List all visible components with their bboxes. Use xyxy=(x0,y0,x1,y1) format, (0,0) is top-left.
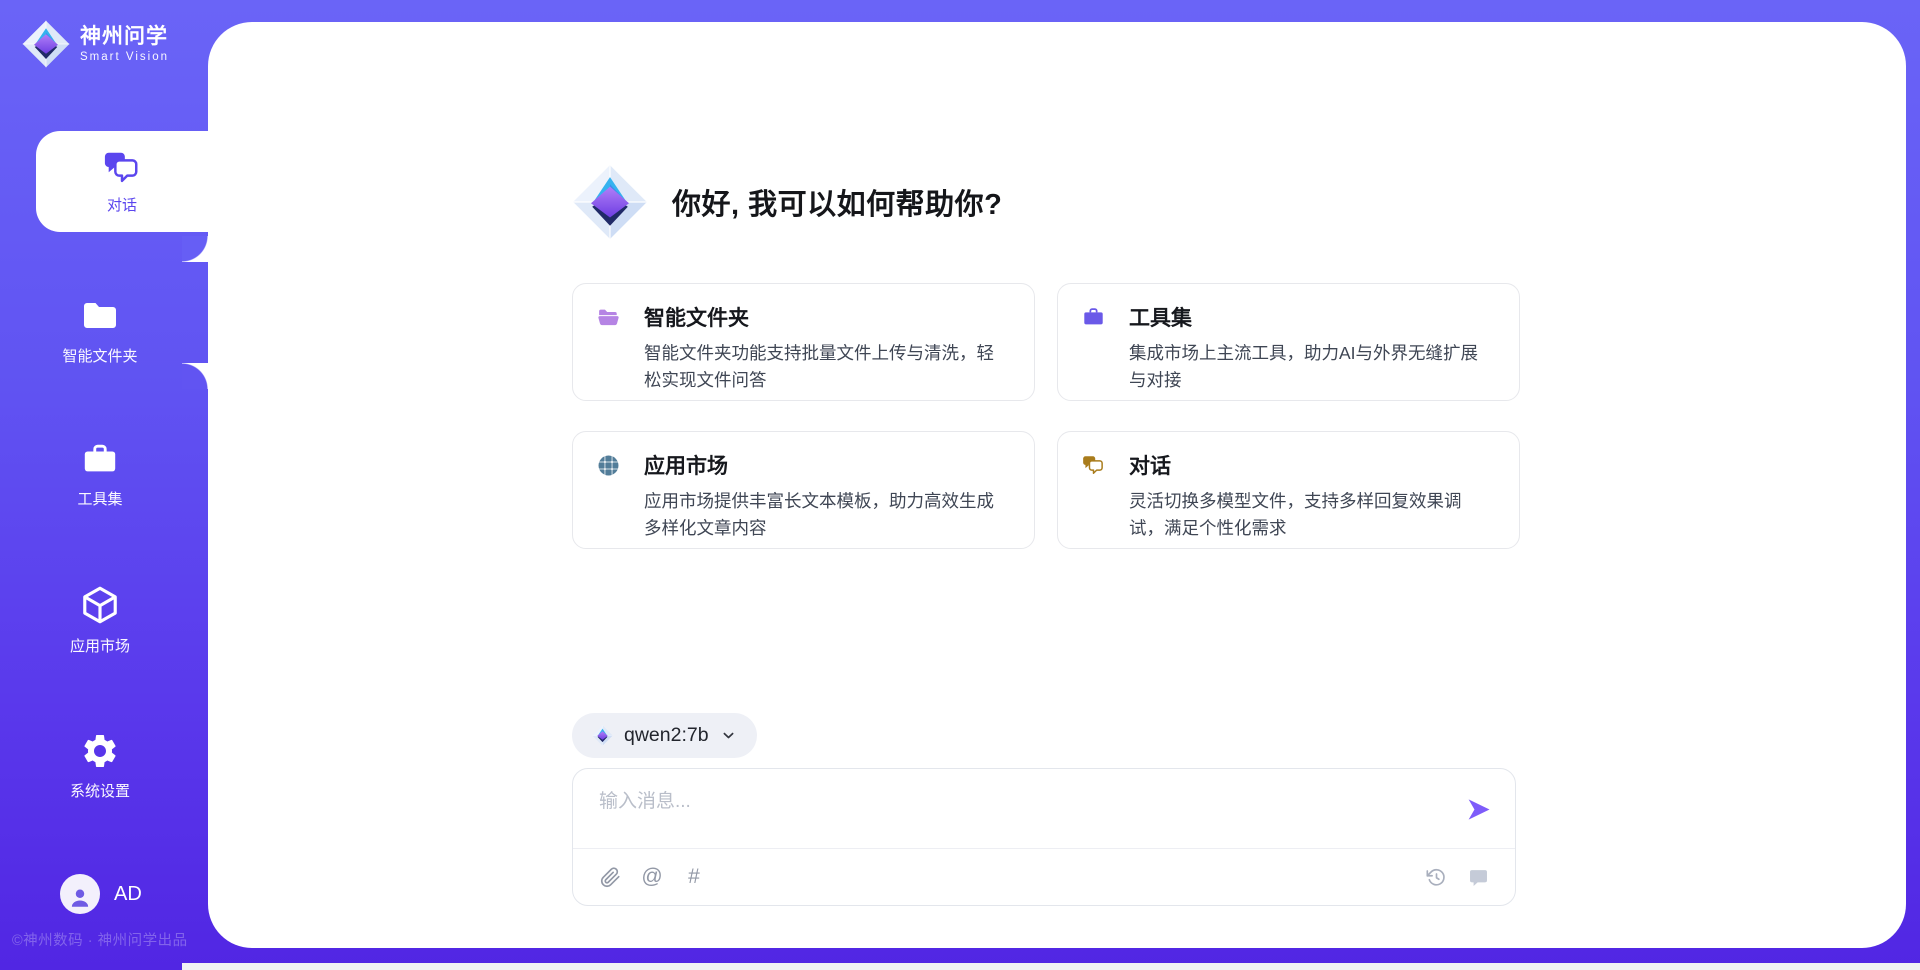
sidebar-item-app-market[interactable]: 应用市场 xyxy=(0,584,200,656)
history-icon xyxy=(1426,867,1447,888)
app-grid-icon xyxy=(597,454,620,477)
comment-icon xyxy=(1468,867,1489,888)
attachment-icon xyxy=(600,867,621,888)
card-header: 智能文件夹 xyxy=(597,302,1010,332)
brand: 神州问学 Smart Vision xyxy=(22,20,169,68)
hashtag-button[interactable]: # xyxy=(679,862,709,892)
composer-toolbar: @ # xyxy=(573,848,1515,905)
sidebar: 神州问学 Smart Vision 对话 智能文件夹 工具集 应用市场 系统设置 xyxy=(0,0,208,970)
content-column: 你好, 我可以如何帮助你? 智能文件夹 智能文件夹功能支持批量文件上传与清洗，轻… xyxy=(572,22,1516,906)
greeting-title: 你好, 我可以如何帮助你? xyxy=(672,181,1002,223)
tab-curve-bottom xyxy=(182,363,208,389)
main-panel: 你好, 我可以如何帮助你? 智能文件夹 智能文件夹功能支持批量文件上传与清洗，轻… xyxy=(208,22,1906,948)
card-description: 应用市场提供丰富长文本模板，助力高效生成多样化文章内容 xyxy=(644,488,1010,543)
tab-curve-top xyxy=(182,236,208,262)
card-title: 智能文件夹 xyxy=(644,302,749,332)
card-chat[interactable]: 对话 灵活切换多模型文件，支持多样回复效果调试，满足个性化需求 xyxy=(1057,431,1520,549)
card-header: 应用市场 xyxy=(597,450,1010,480)
user-menu[interactable]: AD xyxy=(60,874,142,914)
quick-phrase-button[interactable] xyxy=(1463,862,1493,892)
user-avatar-icon xyxy=(67,884,93,910)
sidebar-item-smart-folders[interactable]: 智能文件夹 xyxy=(0,296,200,366)
toolbox-icon xyxy=(1082,306,1105,329)
card-smart-folders[interactable]: 智能文件夹 智能文件夹功能支持批量文件上传与清洗，轻松实现文件问答 xyxy=(572,283,1035,401)
sidebar-item-label: 系统设置 xyxy=(70,780,130,801)
folder-open-icon xyxy=(597,306,620,329)
brand-name: 神州问学 xyxy=(80,25,169,49)
brand-tagline: Smart Vision xyxy=(80,51,169,63)
brand-diamond-icon xyxy=(592,725,613,746)
card-description: 灵活切换多模型文件，支持多样回复效果调试，满足个性化需求 xyxy=(1129,488,1495,543)
brand-text: 神州问学 Smart Vision xyxy=(80,25,169,63)
sidebar-item-label: 应用市场 xyxy=(70,635,130,656)
sidebar-item-label: 智能文件夹 xyxy=(62,345,137,366)
sidebar-item-chat[interactable]: 对话 xyxy=(36,131,208,232)
cube-icon xyxy=(79,584,121,626)
toolbar-right xyxy=(1421,862,1493,892)
card-header: 对话 xyxy=(1082,450,1495,480)
card-header: 工具集 xyxy=(1082,302,1495,332)
card-app-market[interactable]: 应用市场 应用市场提供丰富长文本模板，助力高效生成多样化文章内容 xyxy=(572,431,1035,549)
card-description: 集成市场上主流工具，助力AI与外界无缝扩展与对接 xyxy=(1129,340,1495,395)
mention-button[interactable]: @ xyxy=(637,862,667,892)
toolbox-icon xyxy=(81,441,119,479)
card-title: 应用市场 xyxy=(644,450,728,480)
greeting: 你好, 我可以如何帮助你? xyxy=(572,164,1516,240)
model-selector[interactable]: qwen2:7b xyxy=(572,713,757,758)
feature-cards: 智能文件夹 智能文件夹功能支持批量文件上传与清洗，轻松实现文件问答 工具集 集成… xyxy=(572,283,1516,549)
card-description: 智能文件夹功能支持批量文件上传与清洗，轻松实现文件问答 xyxy=(644,340,1010,395)
model-name: qwen2:7b xyxy=(624,724,709,747)
card-title: 对话 xyxy=(1129,450,1171,480)
chevron-down-icon xyxy=(720,727,737,744)
sidebar-item-toolset[interactable]: 工具集 xyxy=(0,441,200,509)
attach-button[interactable] xyxy=(595,862,625,892)
brand-diamond-icon xyxy=(572,164,648,240)
sidebar-item-settings[interactable]: 系统设置 xyxy=(0,731,200,801)
sidebar-item-label: 工具集 xyxy=(77,488,122,509)
brand-diamond-icon xyxy=(22,20,70,68)
folder-icon xyxy=(80,296,120,336)
gear-icon xyxy=(80,731,120,771)
user-name: AD xyxy=(114,883,142,906)
sidebar-item-label: 对话 xyxy=(107,194,137,215)
horizontal-scrollbar[interactable] xyxy=(182,963,1920,970)
history-button[interactable] xyxy=(1421,862,1451,892)
avatar xyxy=(60,874,100,914)
app-root: 神州问学 Smart Vision 对话 智能文件夹 工具集 应用市场 系统设置 xyxy=(0,0,1920,970)
chat-icon xyxy=(1082,454,1105,477)
composer: @ # xyxy=(572,768,1516,906)
card-toolset[interactable]: 工具集 集成市场上主流工具，助力AI与外界无缝扩展与对接 xyxy=(1057,283,1520,401)
toolbar-left: @ # xyxy=(595,862,709,892)
chat-icon xyxy=(103,149,141,187)
send-icon xyxy=(1465,796,1492,823)
copyright: ©神州数码 · 神州问学出品 xyxy=(12,929,206,950)
send-button[interactable] xyxy=(1463,796,1493,826)
message-input[interactable] xyxy=(597,784,1451,844)
card-title: 工具集 xyxy=(1129,302,1192,332)
